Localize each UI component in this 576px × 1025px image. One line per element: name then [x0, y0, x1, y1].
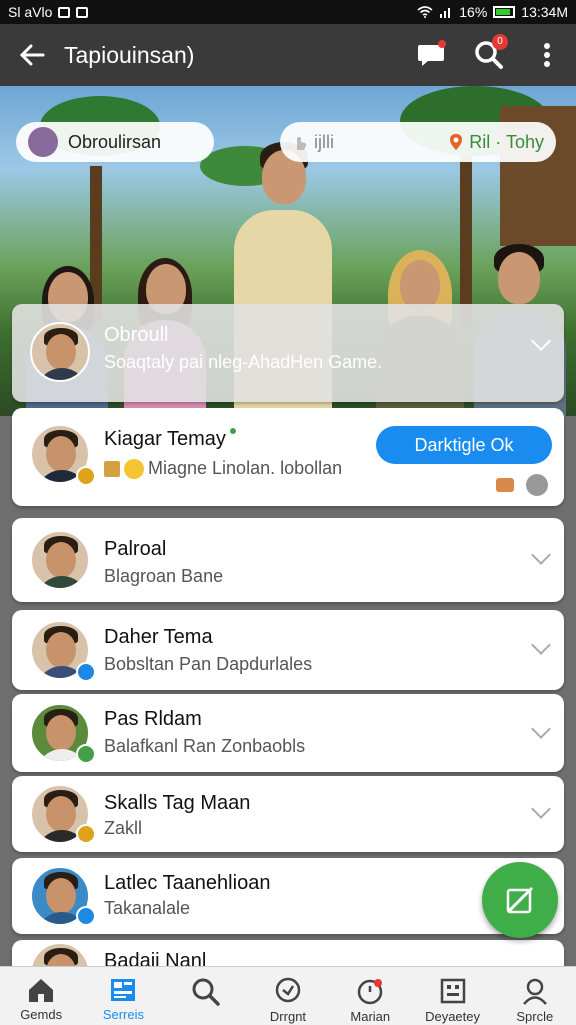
hero-search-hint: ijlli — [314, 131, 334, 152]
hand-icon — [297, 137, 307, 150]
community-pill-label: Obroulirsan — [68, 131, 162, 152]
contact-subtitle: Bobsltan Pan Dapdurlales — [104, 654, 313, 674]
contact-name: Pas Rldam — [104, 708, 202, 730]
chat-button[interactable] — [402, 24, 460, 86]
featured-card[interactable]: Obroull Soaqtaly pai nleg-AhadHen Game. — [12, 304, 564, 402]
grid-icon — [111, 979, 136, 1001]
verified-badge-icon — [76, 824, 96, 844]
chevron-down-icon[interactable] — [531, 545, 551, 565]
signal-icon — [440, 8, 451, 18]
status-left-text: Sl aVlo — [8, 4, 53, 20]
mail-notification-icon — [76, 6, 89, 18]
verified-badge-icon — [76, 662, 96, 682]
bottom-nav: Gemds Serreis Drrgnt Marian Deyaetey Spr… — [0, 966, 576, 1025]
community-avatar — [28, 127, 58, 157]
group-icon[interactable] — [496, 478, 514, 492]
compose-fab[interactable] — [482, 862, 558, 938]
highlight-card[interactable]: Kiagar Temay Miagne Linolan. lobollan Da… — [12, 408, 564, 506]
chevron-down-icon[interactable] — [531, 799, 551, 819]
battery-icon — [493, 6, 516, 18]
edit-square-icon — [506, 886, 534, 914]
more-vert-icon — [544, 43, 550, 67]
contact-subtitle: Zakll — [104, 818, 143, 838]
highlight-subtitle: Miagne Linolan. lobollan — [148, 458, 343, 478]
list-item[interactable]: Palroal Blagroan Bane — [12, 518, 564, 602]
chevron-down-icon[interactable] — [531, 331, 551, 351]
contact-subtitle: Takanalale — [104, 898, 191, 918]
chevron-down-icon[interactable] — [531, 719, 551, 739]
home-icon — [29, 979, 54, 1002]
status-time: 13:34M — [521, 4, 568, 20]
location-pin-icon — [450, 134, 463, 150]
highlight-name: Kiagar Temay — [104, 428, 236, 451]
hero-action-label: Ril · Tohy — [469, 131, 544, 152]
verified-badge-icon — [76, 906, 96, 926]
avatar — [30, 530, 90, 590]
chat-badge — [438, 40, 446, 48]
search-button[interactable]: 0 — [460, 24, 518, 86]
contact-subtitle: Blagroan Bane — [104, 566, 224, 586]
page-title: Tapiouinsan) — [64, 41, 195, 68]
board-icon — [440, 978, 465, 1004]
community-pill[interactable]: Obroulirsan — [16, 122, 214, 162]
emoji-icon — [124, 458, 144, 479]
note-icon — [104, 460, 120, 477]
hero-search-pill[interactable]: ijlli Ril · Tohy — [280, 122, 556, 162]
contact-name: Skalls Tag Maan — [104, 792, 251, 814]
chevron-down-icon[interactable] — [531, 635, 551, 655]
contact-subtitle: Balafkanl Ran Zonbaobls — [104, 736, 306, 756]
nav-timer[interactable]: Marian — [329, 967, 411, 1025]
image-notification-icon — [58, 6, 71, 18]
chat-icon — [275, 977, 301, 1003]
online-dot-icon — [229, 428, 236, 434]
avatar — [30, 322, 90, 382]
contact-name: Latlec Taanehlioan — [104, 872, 271, 894]
person-icon — [522, 978, 547, 1005]
arrow-left-icon — [19, 44, 45, 66]
more-button[interactable] — [518, 24, 576, 86]
info-circle-icon[interactable] — [526, 474, 548, 496]
timer-icon — [358, 979, 383, 1005]
featured-subtitle: Soaqtaly pai nleg-AhadHen Game. — [104, 352, 383, 372]
search-badge: 0 — [492, 34, 508, 50]
app-bar: Tapiouinsan) 0 — [0, 24, 576, 86]
nav-search[interactable] — [165, 967, 247, 1025]
list-item[interactable]: Pas Rldam Balafkanl Ran Zonbaobls — [12, 694, 564, 772]
list-item[interactable]: Daher Tema Bobsltan Pan Dapdurlales — [12, 610, 564, 690]
contact-name: Daher Tema — [104, 626, 213, 648]
primary-action-button[interactable]: Darktigle Ok — [376, 426, 552, 464]
nav-chat[interactable]: Drrgnt — [247, 967, 329, 1025]
contact-name: Palroal — [104, 538, 167, 560]
nav-board[interactable]: Deyaetey — [411, 967, 493, 1025]
nav-home[interactable]: Gemds — [0, 967, 82, 1025]
back-button[interactable] — [0, 24, 64, 86]
battery-percent: 16% — [459, 4, 488, 20]
wifi-icon — [417, 6, 433, 18]
search-icon — [192, 978, 220, 1006]
list-item[interactable]: Skalls Tag Maan Zakll — [12, 776, 564, 852]
verified-badge-icon — [76, 466, 96, 486]
highlight-subtitle-row: Miagne Linolan. lobollan — [104, 458, 342, 479]
featured-name: Obroull — [104, 324, 169, 346]
nav-profile[interactable]: Sprcle — [494, 967, 576, 1025]
status-bar: Sl aVlo 16% 13:34M — [0, 0, 576, 24]
verified-badge-icon — [76, 744, 96, 764]
nav-services[interactable]: Serreis — [82, 967, 164, 1025]
